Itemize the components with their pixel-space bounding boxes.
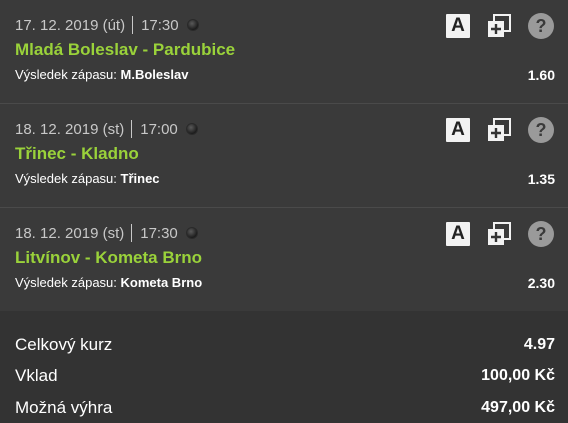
- bet-item: 18. 12. 2019 (st) 17:30 Litvínov - Komet…: [0, 208, 568, 311]
- payout-label: Možná výhra: [15, 397, 113, 417]
- odds-value: 1.60: [527, 67, 555, 83]
- market-label: Výsledek zápasu:: [15, 67, 121, 82]
- add-copy-icon[interactable]: [486, 221, 512, 247]
- help-icon[interactable]: ?: [528, 221, 554, 247]
- bet-summary: Celkový kurz 4.97 Vklad 100,00 Kč Možná …: [0, 311, 568, 423]
- bet-date: 18. 12. 2019 (st): [15, 224, 125, 242]
- bet-date: 18. 12. 2019 (st): [15, 120, 125, 138]
- live-indicator-icon: [185, 227, 198, 239]
- bet-datetime: 17. 12. 2019 (út) 17:30: [15, 16, 199, 34]
- odds-value: 1.35: [527, 171, 555, 187]
- bet-slip-list: 17. 12. 2019 (út) 17:30 Mladá Boleslav -…: [0, 0, 568, 311]
- bet-item: 18. 12. 2019 (st) 17:00 Třinec - Kladno …: [0, 104, 568, 208]
- bet-datetime: 18. 12. 2019 (st) 17:30: [15, 224, 198, 242]
- selection: Třinec: [120, 171, 160, 186]
- selection: Kometa Brno: [120, 275, 203, 290]
- bet-actions: A ?: [446, 13, 554, 39]
- live-indicator-icon: [185, 123, 198, 135]
- total-odds-row: Celkový kurz 4.97: [0, 329, 568, 361]
- stake-value: 100,00 Kč: [481, 367, 555, 385]
- a-letter-icon[interactable]: A: [446, 222, 470, 246]
- payout-row: Možná výhra 497,00 Kč: [0, 392, 568, 423]
- divider: [131, 224, 133, 242]
- divider: [131, 120, 133, 138]
- market-line: Výsledek zápasu: Třinec: [15, 171, 160, 186]
- market-label: Výsledek zápasu:: [15, 171, 121, 186]
- odds-value: 2.30: [527, 275, 555, 291]
- bet-item: 17. 12. 2019 (út) 17:30 Mladá Boleslav -…: [0, 0, 568, 104]
- add-copy-icon[interactable]: [486, 117, 512, 143]
- match-name[interactable]: Litvínov - Kometa Brno: [15, 248, 202, 268]
- market-line: Výsledek zápasu: M.Boleslav: [15, 67, 188, 82]
- help-icon[interactable]: ?: [528, 13, 554, 39]
- a-letter-icon[interactable]: A: [446, 118, 470, 142]
- add-copy-icon[interactable]: [486, 13, 512, 39]
- stake-row: Vklad 100,00 Kč: [0, 361, 568, 393]
- bet-time: 17:30: [141, 16, 179, 34]
- help-icon[interactable]: ?: [528, 117, 554, 143]
- match-name[interactable]: Třinec - Kladno: [15, 144, 139, 164]
- divider: [132, 16, 134, 34]
- stake-label: Vklad: [15, 366, 58, 386]
- payout-value: 497,00 Kč: [481, 398, 555, 416]
- bet-date: 17. 12. 2019 (út): [15, 16, 126, 34]
- total-odds-value: 4.97: [523, 335, 555, 353]
- live-indicator-icon: [186, 19, 199, 31]
- match-name[interactable]: Mladá Boleslav - Pardubice: [15, 40, 235, 60]
- a-letter-icon[interactable]: A: [446, 14, 470, 38]
- bet-actions: A ?: [446, 221, 554, 247]
- bet-time: 17:30: [140, 224, 178, 242]
- market-line: Výsledek zápasu: Kometa Brno: [15, 275, 202, 290]
- bet-actions: A ?: [446, 117, 554, 143]
- bet-time: 17:00: [140, 120, 178, 138]
- selection: M.Boleslav: [120, 67, 189, 82]
- bet-datetime: 18. 12. 2019 (st) 17:00: [15, 120, 198, 138]
- total-odds-label: Celkový kurz: [15, 334, 113, 354]
- market-label: Výsledek zápasu:: [15, 275, 121, 290]
